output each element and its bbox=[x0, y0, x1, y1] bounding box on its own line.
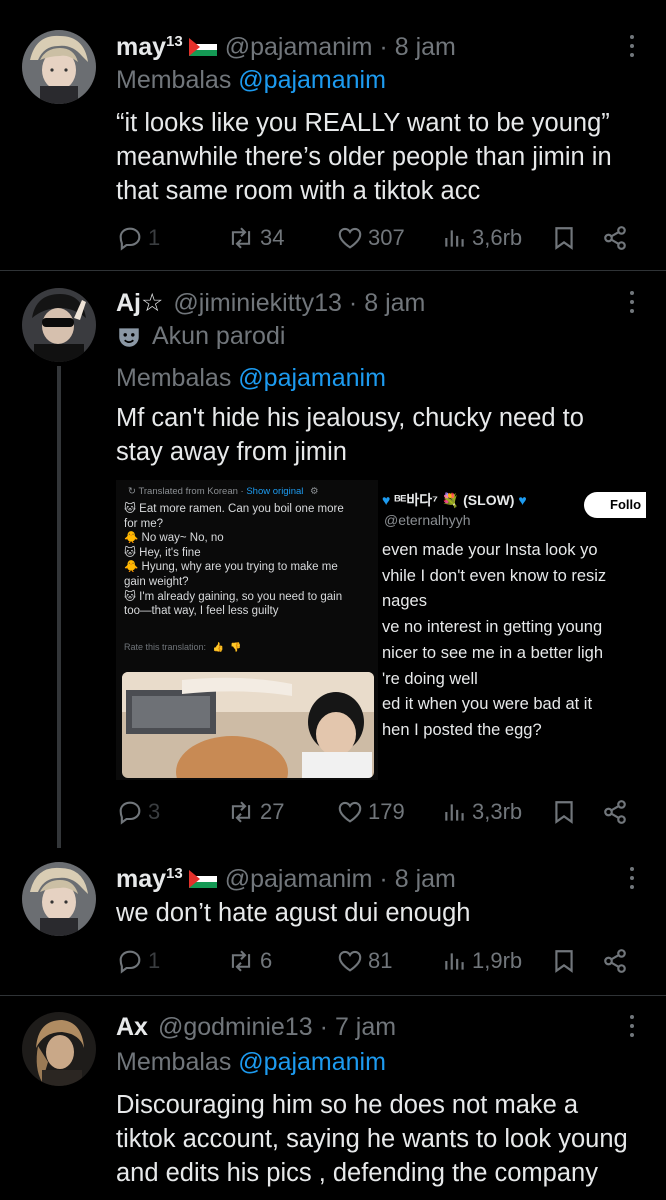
separator-dot: · bbox=[319, 1012, 328, 1041]
separator-dot: · bbox=[379, 32, 388, 61]
views-button[interactable]: 3,6rb bbox=[442, 222, 522, 254]
theater-mask-icon bbox=[119, 327, 139, 347]
parody-label: Akun parodi bbox=[116, 322, 285, 351]
timestamp[interactable]: 8 jam bbox=[395, 865, 456, 894]
timestamp[interactable]: 8 jam bbox=[395, 33, 456, 62]
avatar[interactable] bbox=[22, 30, 96, 104]
tweet-text: “it looks like you REALLY want to be you… bbox=[116, 109, 612, 205]
reply-to-link[interactable]: @pajamanim bbox=[238, 364, 386, 392]
display-name[interactable]: may13 bbox=[116, 33, 183, 62]
share-button[interactable] bbox=[602, 796, 628, 828]
like-button[interactable]: 179 bbox=[336, 796, 405, 828]
repost-button[interactable]: 34 bbox=[226, 222, 284, 254]
more-options-icon[interactable] bbox=[628, 288, 636, 318]
rate-translation: Rate this translation: 👍 👎 bbox=[124, 642, 242, 652]
bookmark-button[interactable] bbox=[551, 945, 577, 977]
quoted-post-screenshot: ♥ ᴮᴱ바다⁷ 💐 (SLOW) ♥ @eternalhyyh Follo ev… bbox=[378, 480, 646, 780]
repost-icon bbox=[231, 950, 251, 972]
thumbs-down-icon: 👎 bbox=[230, 642, 242, 652]
reply-button[interactable]: 1 bbox=[116, 945, 160, 977]
tweet-1[interactable]: may13 @pajamanim · 8 jam Membalas @pajam… bbox=[0, 30, 666, 270]
timestamp[interactable]: 7 jam bbox=[335, 1013, 396, 1042]
reply-icon bbox=[119, 227, 141, 251]
reply-to-link[interactable]: @pajamanim bbox=[238, 66, 386, 94]
divider bbox=[0, 995, 666, 996]
reply-to-link[interactable]: @pajamanim bbox=[238, 1048, 386, 1076]
tweet-text: Discouraging him so he does not make a t… bbox=[116, 1091, 628, 1187]
action-bar: 3 27 179 3,3rb bbox=[116, 796, 636, 828]
quoted-text: even made your Insta look yo vhile I don… bbox=[382, 541, 607, 739]
separator-dot: · bbox=[379, 864, 388, 893]
quoted-handle: @eternalhyyh bbox=[384, 512, 471, 528]
handle[interactable]: @pajamanim bbox=[225, 33, 373, 62]
tweet-4[interactable]: Ax @godminie13 · 7 jam Membalas @pajaman… bbox=[0, 1010, 666, 1200]
handle[interactable]: @jiminiekitty13 bbox=[173, 289, 341, 318]
translated-text: 🐱 Eat more ramen. Can you boil one more … bbox=[124, 503, 344, 618]
quoted-display-name: ♥ ᴮᴱ바다⁷ 💐 (SLOW) ♥ bbox=[382, 492, 527, 508]
translate-icon: ↻ bbox=[128, 486, 136, 497]
views-icon bbox=[445, 953, 464, 970]
tweet-3[interactable]: may13 @pajamanim · 8 jam we don’t hate a… bbox=[0, 862, 666, 992]
action-bar: 1 34 307 3,6rb bbox=[116, 222, 636, 254]
media-photo bbox=[122, 672, 374, 778]
share-button[interactable] bbox=[602, 945, 628, 977]
display-name[interactable]: Ax bbox=[116, 1013, 148, 1042]
reply-context: Membalas @pajamanim bbox=[116, 66, 386, 94]
views-icon bbox=[445, 804, 464, 821]
bookmark-icon bbox=[555, 227, 573, 250]
bookmark-icon bbox=[555, 801, 573, 824]
repost-button[interactable]: 27 bbox=[226, 796, 284, 828]
views-icon bbox=[445, 230, 464, 247]
heart-icon bbox=[338, 950, 362, 972]
palestine-flag-icon bbox=[188, 870, 217, 888]
handle[interactable]: @godminie13 bbox=[158, 1013, 313, 1042]
palestine-flag-icon bbox=[188, 38, 217, 56]
follow-button: Follo bbox=[584, 492, 646, 518]
share-icon bbox=[604, 800, 626, 824]
bookmark-icon bbox=[555, 950, 573, 973]
avatar[interactable] bbox=[22, 288, 96, 362]
timestamp[interactable]: 8 jam bbox=[364, 289, 425, 318]
settings-icon: ⚙ bbox=[310, 486, 319, 497]
avatar[interactable] bbox=[22, 1012, 96, 1086]
handle[interactable]: @pajamanim bbox=[225, 865, 373, 894]
display-name[interactable]: Aj☆ bbox=[116, 288, 163, 318]
reply-context: Membalas @pajamanim bbox=[116, 1048, 386, 1076]
avatar[interactable] bbox=[22, 862, 96, 936]
separator-dot: · bbox=[348, 288, 358, 317]
like-button[interactable]: 81 bbox=[336, 945, 392, 977]
like-button[interactable]: 307 bbox=[336, 222, 405, 254]
reply-icon bbox=[119, 950, 141, 974]
share-icon bbox=[604, 226, 626, 250]
reply-button[interactable]: 3 bbox=[116, 796, 160, 828]
views-button[interactable]: 3,3rb bbox=[442, 796, 522, 828]
more-options-icon[interactable] bbox=[628, 1012, 636, 1042]
bookmark-button[interactable] bbox=[551, 796, 577, 828]
heart-icon bbox=[338, 801, 362, 823]
action-bar: 1 6 81 1,9rb bbox=[116, 945, 636, 977]
reply-button[interactable]: 1 bbox=[116, 222, 160, 254]
tweet-text: we don’t hate agust dui enough bbox=[116, 899, 471, 927]
reply-context: Membalas @pajamanim bbox=[116, 364, 386, 392]
translation-header: ↻ Translated from Korean · Show original… bbox=[128, 486, 319, 497]
views-button[interactable]: 1,9rb bbox=[442, 945, 522, 977]
tweet-media[interactable]: ↻ Translated from Korean · Show original… bbox=[116, 480, 646, 780]
repost-button[interactable]: 6 bbox=[226, 945, 272, 977]
display-name[interactable]: may13 bbox=[116, 865, 183, 894]
heart-icon bbox=[338, 227, 362, 249]
reply-icon bbox=[119, 801, 141, 825]
share-button[interactable] bbox=[602, 222, 628, 254]
share-icon bbox=[604, 949, 626, 973]
repost-icon bbox=[231, 227, 251, 249]
more-options-icon[interactable] bbox=[628, 32, 636, 62]
thumbs-up-icon: 👍 bbox=[212, 642, 224, 652]
translation-screenshot: ↻ Translated from Korean · Show original… bbox=[116, 480, 378, 780]
divider bbox=[0, 270, 666, 271]
more-options-icon[interactable] bbox=[628, 864, 636, 894]
repost-icon bbox=[231, 801, 251, 823]
tweet-text: Mf can't hide his jealousy, chucky need … bbox=[116, 404, 584, 466]
bookmark-button[interactable] bbox=[551, 222, 577, 254]
